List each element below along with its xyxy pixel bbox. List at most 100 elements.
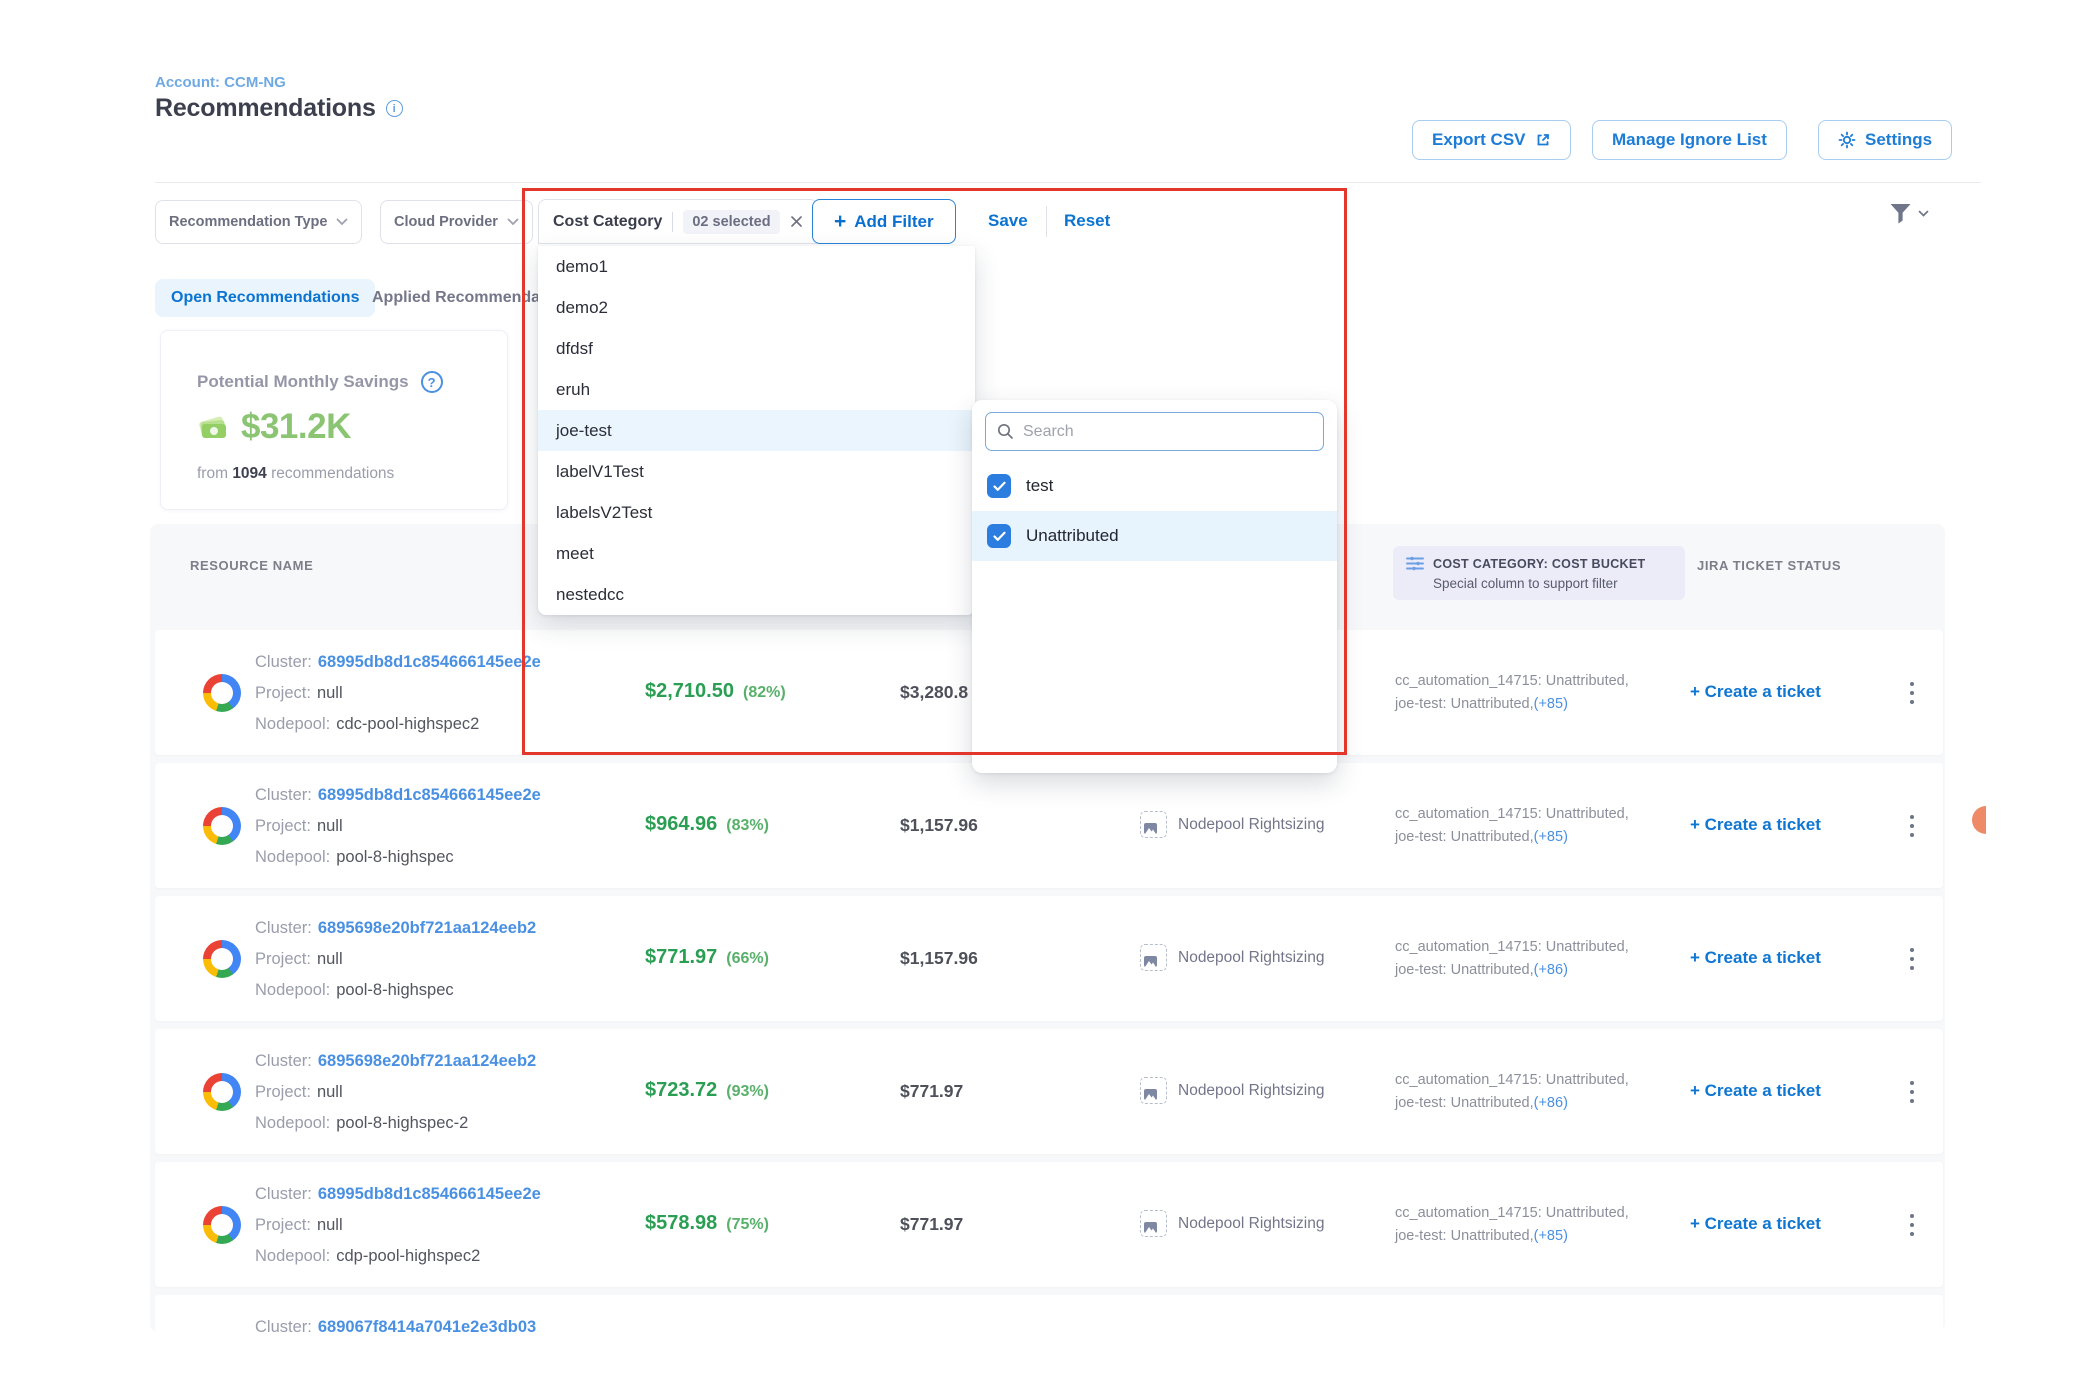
create-ticket-button[interactable]: + Create a ticket	[1690, 948, 1821, 968]
cost-bucket-more-link[interactable]: (+85)	[1534, 829, 1568, 845]
filter-panel-toggle[interactable]	[1888, 202, 1929, 225]
help-icon[interactable]: ?	[421, 371, 443, 393]
row-menu-button[interactable]	[1899, 676, 1925, 710]
recommendation-type-filter[interactable]: Recommendation Type	[155, 200, 362, 244]
external-link-icon	[1535, 132, 1551, 148]
export-csv-label: Export CSV	[1432, 130, 1526, 150]
column-header-resource-name: RESOURCE NAME	[190, 558, 313, 573]
table-row[interactable]: Cluster: 68995db8d1c854666145ee2e Projec…	[155, 763, 1943, 888]
cluster-link[interactable]: 689067f8414a7041e2e3db03	[318, 1318, 536, 1333]
cost-bucket-cell: cc_automation_14715: Unattributed, joe-t…	[1395, 803, 1629, 849]
row-menu-button[interactable]	[1899, 1208, 1925, 1242]
cost-bucket-line2: joe-test: Unattributed,	[1395, 1228, 1534, 1244]
create-ticket-button[interactable]: + Create a ticket	[1690, 1214, 1821, 1234]
potential-spend-cell: $1,157.96	[900, 948, 978, 969]
reset-filter-link[interactable]: Reset	[1064, 211, 1110, 231]
row-menu-button[interactable]	[1899, 809, 1925, 843]
checkbox-checked-icon[interactable]	[987, 524, 1011, 548]
cost-category-option[interactable]: demo2	[538, 287, 975, 328]
table-row[interactable]: Cluster: 6895698e20bf721aa124eeb2 Projec…	[155, 1029, 1943, 1154]
cost-category-option[interactable]: labelsV2Test	[538, 492, 975, 533]
nodepool-rightsizing-icon	[1140, 1077, 1167, 1104]
cost-category-option[interactable]: eruh	[538, 369, 975, 410]
add-filter-button[interactable]: + Add Filter	[812, 199, 956, 244]
project-label: Project:	[255, 950, 311, 969]
recommendation-count: 1094	[232, 465, 266, 482]
cost-bucket-more-link[interactable]: (+85)	[1534, 696, 1568, 712]
table-row[interactable]: Cluster: 6895698e20bf721aa124eeb2 Projec…	[155, 896, 1943, 1021]
nodepool-value: cdc-pool-highspec2	[336, 715, 479, 734]
tab-open-recommendations[interactable]: Open Recommendations	[155, 279, 375, 317]
cost-bucket-option[interactable]: Unattributed	[972, 511, 1337, 561]
cluster-label: Cluster:	[255, 653, 312, 672]
savings-value: $964.96	[645, 813, 717, 836]
cost-category-option[interactable]: nestedcc	[538, 574, 975, 615]
cost-category-option[interactable]: demo1	[538, 246, 975, 287]
nodepool-value: cdp-pool-highspec2	[336, 1247, 480, 1266]
info-icon[interactable]: i	[386, 100, 403, 117]
notification-dot	[1972, 806, 1986, 834]
table-row[interactable]: Cluster: 689067f8414a7041e2e3db03	[155, 1295, 1943, 1333]
cost-category-option[interactable]: dfdsf	[538, 328, 975, 369]
cost-category-option[interactable]: labelV1Test	[538, 451, 975, 492]
manage-ignore-list-button[interactable]: Manage Ignore List	[1592, 120, 1787, 160]
table-row[interactable]: Cluster: 68995db8d1c854666145ee2e Projec…	[155, 1162, 1943, 1287]
cost-bucket-cell: cc_automation_14715: Unattributed, joe-t…	[1395, 1202, 1629, 1248]
savings-card-title: Potential Monthly Savings	[197, 372, 409, 392]
project-value: null	[317, 1216, 343, 1235]
export-csv-button[interactable]: Export CSV	[1412, 120, 1571, 160]
column-header-cost-category[interactable]: COST CATEGORY: COST BUCKET Special colum…	[1393, 546, 1685, 600]
cluster-label: Cluster:	[255, 1318, 312, 1333]
cloud-provider-label: Cloud Provider	[394, 214, 498, 230]
create-ticket-button[interactable]: + Create a ticket	[1690, 815, 1821, 835]
nodepool-value: pool-8-highspec-2	[336, 1114, 468, 1133]
account-breadcrumb[interactable]: Account: CCM-NG	[155, 74, 286, 91]
chip-separator	[672, 212, 673, 232]
cluster-link[interactable]: 68995db8d1c854666145ee2e	[318, 653, 541, 672]
cost-bucket-more-link[interactable]: (+86)	[1534, 1095, 1568, 1111]
project-label: Project:	[255, 684, 311, 703]
cost-category-option-label: demo2	[556, 298, 608, 318]
create-ticket-button[interactable]: + Create a ticket	[1690, 682, 1821, 702]
chevron-down-icon	[336, 218, 348, 226]
save-filter-link[interactable]: Save	[988, 211, 1028, 231]
cost-category-filter-chip[interactable]: Cost Category 02 selected	[538, 199, 818, 244]
cloud-provider-filter[interactable]: Cloud Provider	[380, 200, 533, 244]
cluster-link[interactable]: 68995db8d1c854666145ee2e	[318, 1185, 541, 1204]
row-menu-button[interactable]	[1899, 1075, 1925, 1109]
gcp-provider-icon	[203, 1206, 241, 1244]
bucket-search[interactable]	[985, 412, 1324, 451]
bucket-search-input[interactable]	[1023, 423, 1312, 441]
cost-bucket-line2: joe-test: Unattributed,	[1395, 1095, 1534, 1111]
settings-button[interactable]: Settings	[1818, 120, 1952, 160]
monthly-savings-cell: $771.97 (66%)	[645, 946, 769, 969]
cost-category-option-label: demo1	[556, 257, 608, 277]
cost-category-option[interactable]: joe-test	[538, 410, 975, 451]
cluster-link[interactable]: 6895698e20bf721aa124eeb2	[318, 1052, 536, 1071]
gcp-provider-icon	[203, 807, 241, 845]
recommendation-type-label: Nodepool Rightsizing	[1178, 949, 1324, 967]
cost-bucket-option-label: test	[1026, 476, 1053, 496]
recommendation-type-label: Recommendation Type	[169, 214, 327, 230]
checkbox-checked-icon[interactable]	[987, 474, 1011, 498]
cost-bucket-more-link[interactable]: (+85)	[1534, 1228, 1568, 1244]
cost-category-option-label: meet	[556, 544, 594, 564]
cluster-link[interactable]: 68995db8d1c854666145ee2e	[318, 786, 541, 805]
cost-bucket-option[interactable]: test	[972, 461, 1337, 511]
cost-bucket-line1: cc_automation_14715: Unattributed,	[1395, 1205, 1629, 1221]
create-ticket-button[interactable]: + Create a ticket	[1690, 1081, 1821, 1101]
nodepool-label: Nodepool:	[255, 981, 330, 1000]
row-menu-button[interactable]	[1899, 942, 1925, 976]
clear-filter-icon[interactable]	[790, 215, 803, 228]
cost-bucket-more-link[interactable]: (+86)	[1534, 962, 1568, 978]
recommendation-type-cell: Nodepool Rightsizing	[1140, 1077, 1324, 1104]
cost-bucket-cell: cc_automation_14715: Unattributed, joe-t…	[1395, 670, 1629, 716]
cost-category-option-label: dfdsf	[556, 339, 593, 359]
cost-category-option[interactable]: meet	[538, 533, 975, 574]
nodepool-label: Nodepool:	[255, 1114, 330, 1133]
page-title: Recommendations	[155, 94, 376, 123]
cluster-link[interactable]: 6895698e20bf721aa124eeb2	[318, 919, 536, 938]
cost-category-dropdown: demo1 demo2 dfdsf eruh joe-test labelV1T…	[538, 246, 975, 615]
recommendation-type-label: Nodepool Rightsizing	[1178, 1082, 1324, 1100]
settings-label: Settings	[1865, 130, 1932, 150]
